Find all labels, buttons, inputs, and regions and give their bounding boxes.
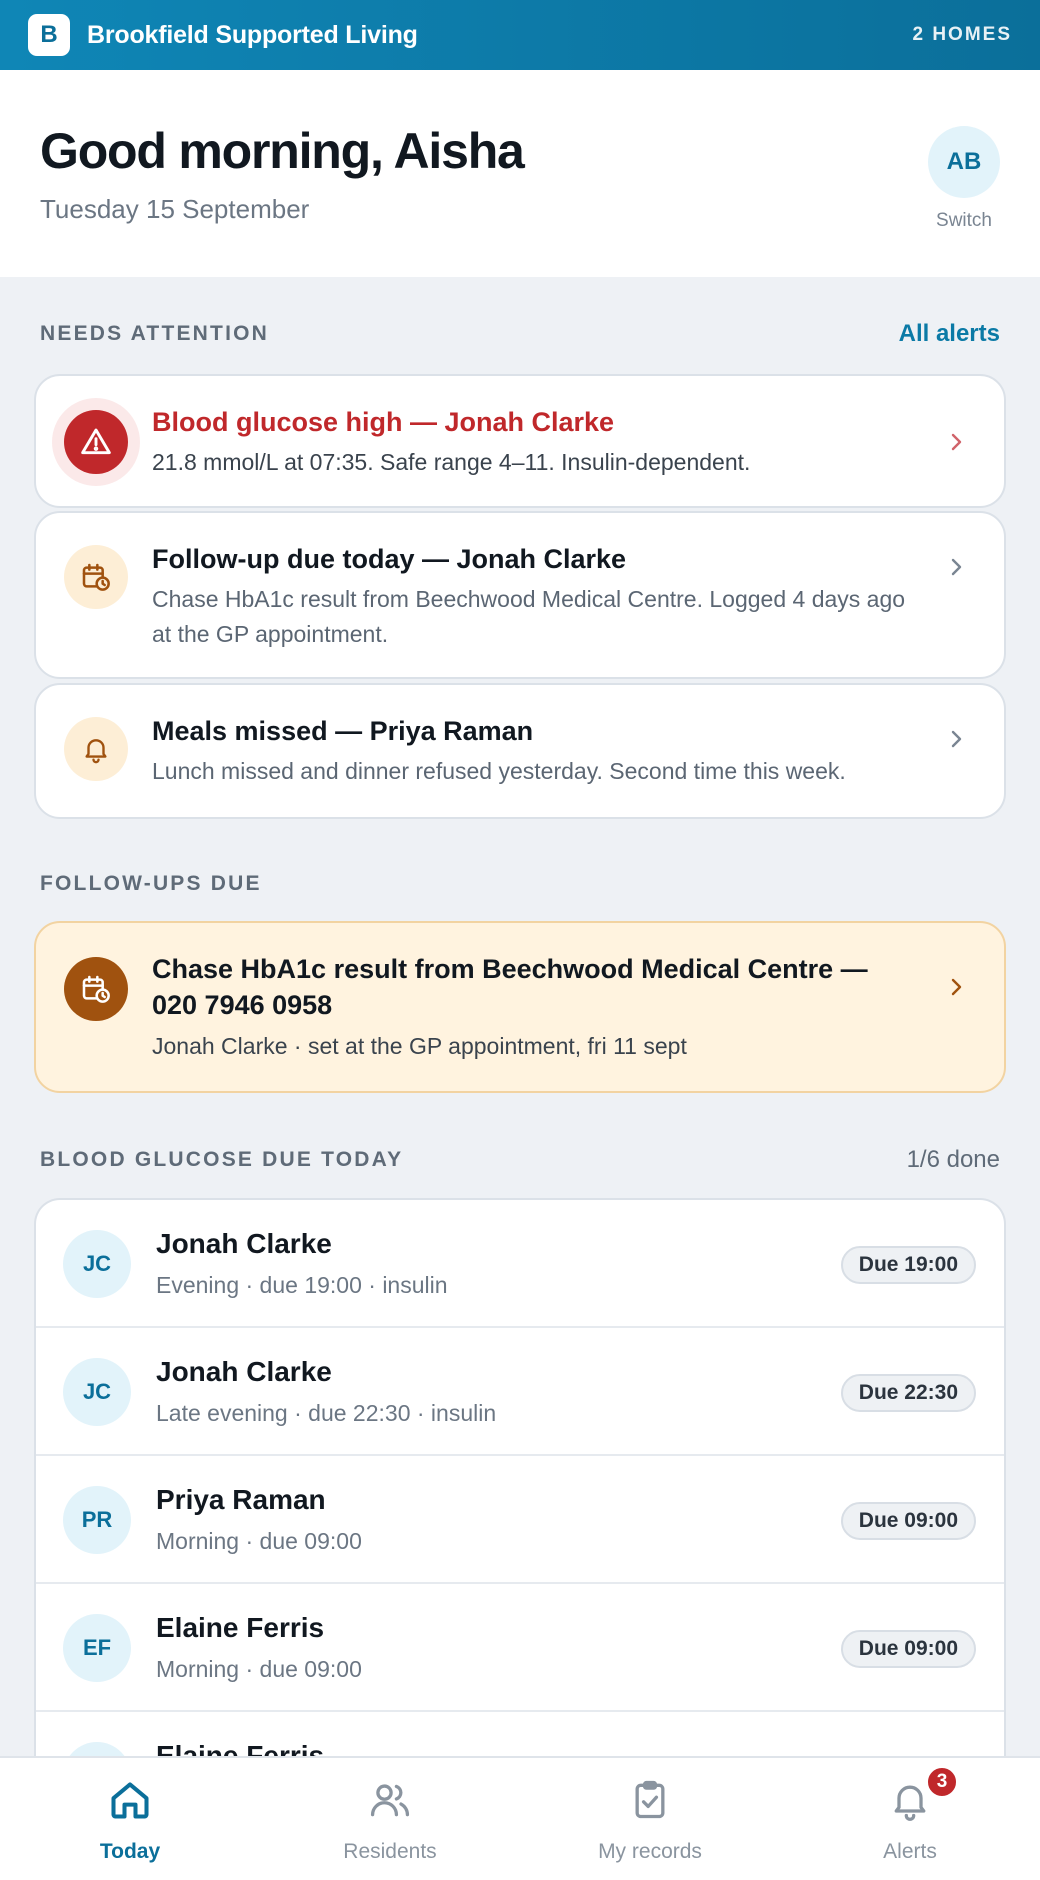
alert-title: Meals missed — Priya Raman bbox=[152, 716, 534, 746]
alert-title: Follow-up due today — Jonah Clarke bbox=[152, 544, 627, 574]
tab-residents[interactable]: Residents bbox=[290, 1758, 490, 1880]
home-icon bbox=[111, 1782, 149, 1819]
brand-name: Brookfield Supported Living bbox=[87, 20, 418, 49]
users-icon bbox=[370, 1784, 410, 1817]
list-item[interactable]: PR Priya Raman Morning · due 09:00 Due 0… bbox=[36, 1456, 1004, 1584]
resident-name: Jonah Clarke bbox=[156, 1356, 332, 1387]
resident-avatar: PR bbox=[63, 1486, 131, 1554]
app-topbar: B Brookfield Supported Living 2 HOMES bbox=[0, 0, 1040, 70]
tab-today[interactable]: Today bbox=[30, 1758, 230, 1880]
greeting-title: Good morning, Aisha bbox=[40, 123, 525, 179]
alert-card-followup[interactable]: Follow-up due today — Jonah Clarke Chase… bbox=[34, 511, 1006, 679]
due-badge: Due 09:00 bbox=[840, 1630, 976, 1668]
glucose-list: JC Jonah Clarke Evening · due 19:00 · in… bbox=[34, 1198, 1006, 1758]
check-details: Morning · due 09:00 bbox=[156, 1528, 362, 1554]
resident-name: Priya Raman bbox=[156, 1484, 326, 1515]
chevron-right-icon bbox=[951, 730, 962, 748]
follow-ups-heading: FOLLOW-UPS DUE bbox=[40, 872, 262, 895]
follow-up-card[interactable]: Chase HbA1c result from Beechwood Medica… bbox=[34, 921, 1006, 1093]
resident-avatar: JC bbox=[63, 1358, 131, 1426]
alert-card-glucose[interactable]: Blood glucose high — Jonah Clarke 21.8 m… bbox=[34, 374, 1006, 508]
alert-triangle-icon bbox=[64, 410, 128, 474]
tab-label: Today bbox=[99, 1840, 161, 1863]
check-details: Late evening · due 22:30 · insulin bbox=[156, 1400, 497, 1426]
alert-body: Chase HbA1c result from Beechwood Medica… bbox=[152, 586, 906, 647]
due-badge: Due 09:00 bbox=[840, 1502, 976, 1540]
brand-logo: B bbox=[28, 14, 70, 56]
list-item[interactable]: EF Elaine Ferris Morning · due 09:00 Due… bbox=[36, 1584, 1004, 1712]
bottom-tab-bar: Today Residents My records 3 Alerts bbox=[0, 1756, 1040, 1880]
bell-icon bbox=[64, 717, 128, 781]
alert-title: Blood glucose high — Jonah Clarke bbox=[152, 407, 615, 437]
glucose-progress: 1/6 done bbox=[906, 1146, 1000, 1173]
resident-name: Elaine Ferris bbox=[156, 1612, 325, 1643]
chevron-right-icon bbox=[951, 978, 962, 996]
greeting-header: Good morning, Aisha Tuesday 15 September… bbox=[0, 70, 1040, 277]
list-item[interactable]: EF Elaine Ferris bbox=[36, 1712, 1004, 1758]
alert-body: 21.8 mmol/L at 07:35. Safe range 4–11. I… bbox=[152, 449, 751, 475]
alert-card-meals[interactable]: Meals missed — Priya Raman Lunch missed … bbox=[34, 683, 1006, 819]
clipboard-check-icon bbox=[635, 1780, 665, 1819]
current-date: Tuesday 15 September bbox=[40, 194, 310, 224]
resident-avatar: EF bbox=[63, 1614, 131, 1682]
due-badge: Due 22:30 bbox=[840, 1374, 976, 1412]
calendar-clock-icon bbox=[64, 957, 128, 1021]
list-item[interactable]: JC Jonah Clarke Late evening · due 22:30… bbox=[36, 1328, 1004, 1456]
follow-up-title: Chase HbA1c result from Beechwood Medica… bbox=[152, 954, 868, 1020]
chevron-right-icon bbox=[951, 558, 962, 576]
check-details: Morning · due 09:00 bbox=[156, 1656, 362, 1682]
tab-my-records[interactable]: My records bbox=[550, 1758, 750, 1880]
resident-name: Jonah Clarke bbox=[156, 1228, 332, 1259]
alerts-count-badge: 3 bbox=[926, 1766, 958, 1798]
check-details: Evening · due 19:00 · insulin bbox=[156, 1272, 448, 1298]
chevron-right-icon bbox=[951, 433, 962, 451]
user-avatar[interactable]: AB bbox=[928, 126, 1000, 198]
all-alerts-link[interactable]: All alerts bbox=[899, 320, 1000, 348]
glucose-heading: BLOOD GLUCOSE DUE TODAY bbox=[40, 1148, 404, 1171]
alert-body: Lunch missed and dinner refused yesterda… bbox=[152, 758, 846, 784]
follow-up-body: Jonah Clarke · set at the GP appointment… bbox=[152, 1033, 687, 1059]
calendar-clock-icon bbox=[64, 545, 128, 609]
due-badge: Due 19:00 bbox=[840, 1246, 976, 1284]
tab-label: My records bbox=[598, 1840, 702, 1863]
list-item[interactable]: JC Jonah Clarke Evening · due 19:00 · in… bbox=[36, 1200, 1004, 1328]
switch-user-link[interactable]: Switch bbox=[928, 210, 1000, 232]
needs-attention-heading: NEEDS ATTENTION bbox=[40, 322, 270, 345]
resident-avatar: JC bbox=[63, 1230, 131, 1298]
tab-label: Residents bbox=[343, 1840, 437, 1863]
tab-alerts[interactable]: 3 Alerts bbox=[810, 1758, 1010, 1880]
tab-label: Alerts bbox=[883, 1840, 937, 1863]
homes-switcher[interactable]: 2 HOMES bbox=[912, 24, 1012, 46]
